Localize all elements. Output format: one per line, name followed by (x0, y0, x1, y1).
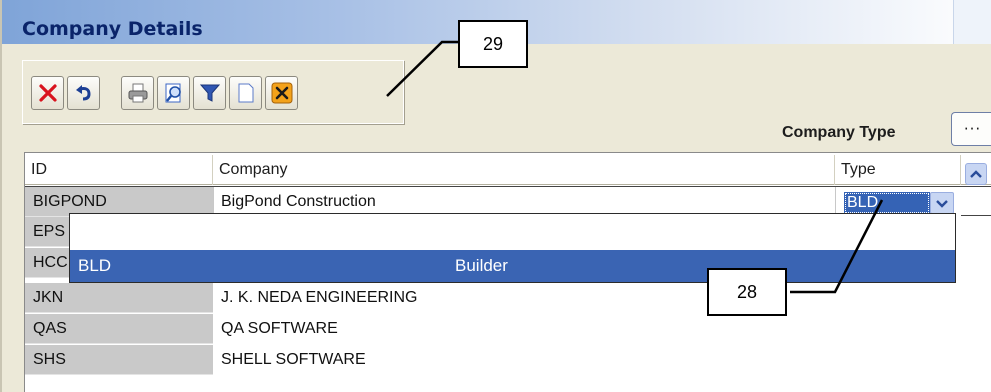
print-button[interactable] (121, 76, 154, 110)
row-company-cell[interactable]: J. K. NEDA ENGINEERING (221, 283, 417, 313)
printer-icon (128, 83, 147, 103)
company-type-lookup-button[interactable]: ··· (951, 112, 991, 146)
table-row[interactable]: BIGPOND BigPond Construction BLD (25, 186, 991, 217)
dropdown-empty-option[interactable] (70, 214, 955, 250)
title-bar-edge (953, 0, 991, 44)
chevron-down-icon (936, 199, 948, 208)
undo-button[interactable] (67, 76, 100, 110)
orange-x-icon (271, 82, 292, 104)
column-header-company[interactable]: Company (213, 155, 835, 185)
company-details-window: Company Details Company Type ··· ID Comp… (0, 0, 991, 392)
table-row[interactable]: QAS QA SOFTWARE (25, 314, 991, 344)
blank-page-icon (238, 83, 253, 103)
chevron-up-icon (970, 170, 982, 178)
table-row[interactable]: JKN J. K. NEDA ENGINEERING (25, 283, 991, 313)
row-id-cell[interactable]: QAS (25, 314, 213, 344)
dropdown-option-selected[interactable]: BLD Builder (70, 250, 955, 282)
close-button[interactable] (265, 76, 298, 110)
dropdown-option-description: Builder (455, 256, 508, 275)
table-row[interactable]: SHS SHELL SOFTWARE (25, 345, 991, 375)
red-x-icon (38, 84, 57, 102)
find-button[interactable] (157, 76, 190, 110)
type-combobox-value[interactable]: BLD (844, 192, 930, 214)
funnel-icon (199, 84, 220, 102)
row-id-cell[interactable]: JKN (25, 283, 213, 313)
grid-header: ID Company Type (25, 155, 991, 185)
undo-arrow-icon (75, 85, 91, 101)
row-company-cell[interactable]: QA SOFTWARE (221, 314, 338, 344)
magnifier-icon (165, 83, 181, 103)
column-header-id[interactable]: ID (25, 155, 213, 185)
toolbar (22, 60, 404, 124)
window-title: Company Details (22, 18, 203, 40)
filter-button[interactable] (193, 76, 226, 110)
callout-29: 29 (458, 20, 528, 68)
type-dropdown-button[interactable] (930, 192, 954, 214)
row-id-cell[interactable]: SHS (25, 345, 213, 375)
new-button[interactable] (229, 76, 262, 110)
column-header-type[interactable]: Type (835, 155, 961, 185)
row-company-cell[interactable]: SHELL SOFTWARE (221, 345, 366, 375)
dropdown-option-code: BLD (78, 256, 112, 275)
type-dropdown-list: BLD Builder (69, 213, 956, 283)
scroll-up-button[interactable] (965, 163, 987, 185)
company-type-label: Company Type (782, 124, 896, 141)
callout-28: 28 (707, 268, 787, 316)
delete-button[interactable] (31, 76, 64, 110)
